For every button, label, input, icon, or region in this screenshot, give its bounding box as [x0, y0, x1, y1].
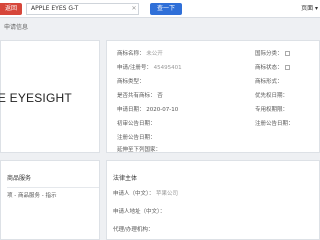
top-toolbar: 返回 APPLE EYES G-T ✕ 查一下 页面 ▾	[0, 0, 320, 18]
search-input[interactable]: APPLE EYES G-T	[26, 3, 139, 15]
detail-row: 注册公告日期：	[255, 121, 294, 127]
legal-row: 申请人（中文）： 苹果公司	[113, 191, 179, 197]
legal-row: 申请人地址（中文）：	[113, 209, 166, 215]
detail-row: 商标形式：	[255, 79, 283, 85]
detail-row: 申请/注册号： 45495401	[117, 65, 182, 71]
detail-row: 商标名称： 未公开	[117, 51, 163, 57]
back-button[interactable]: 返回	[0, 3, 22, 15]
detail-row: 专用权期限：	[255, 107, 289, 113]
detail-row: 注册公告日期：	[117, 135, 156, 141]
breadcrumb: 申请信息	[4, 24, 29, 31]
detail-row: 延伸至下列国家：	[117, 147, 162, 153]
detail-row: 商标状态：	[255, 63, 290, 71]
mark-text: LE EYESIGHT	[0, 91, 72, 105]
goods-panel: 商品服务 项 - 商品服务 - 指示	[0, 160, 100, 240]
details-panel: 商标名称： 未公开 申请/注册号： 45495401 商标类型： 是否共有商标：…	[106, 40, 320, 153]
checkbox-icon	[284, 65, 290, 70]
divider	[7, 187, 99, 188]
legal-row: 代理/办理机构：	[113, 227, 154, 233]
checkbox-icon	[284, 51, 290, 56]
detail-row: 初审公告日期：	[117, 121, 156, 127]
legal-panel: 法律主体 申请人（中文）： 苹果公司 申请人地址（中文）： 代理/办理机构：	[106, 160, 320, 240]
detail-row: 是否共有商标： 否	[117, 93, 163, 99]
detail-row: 申请日期： 2020-07-10	[117, 107, 179, 113]
close-icon[interactable]: ✕	[130, 4, 138, 13]
page-menu[interactable]: 页面 ▾	[301, 3, 318, 15]
detail-row: 国际分类：	[255, 49, 290, 57]
mark-image-panel: LE EYESIGHT	[0, 40, 100, 153]
section-title: 商品服务	[7, 175, 32, 182]
goods-item: 项 - 商品服务 - 指示	[7, 193, 57, 199]
section-title: 法律主体	[113, 175, 138, 182]
detail-row: 商标类型：	[117, 79, 145, 85]
search-button[interactable]: 查一下	[150, 3, 182, 15]
detail-row: 优先权日期：	[255, 93, 289, 99]
